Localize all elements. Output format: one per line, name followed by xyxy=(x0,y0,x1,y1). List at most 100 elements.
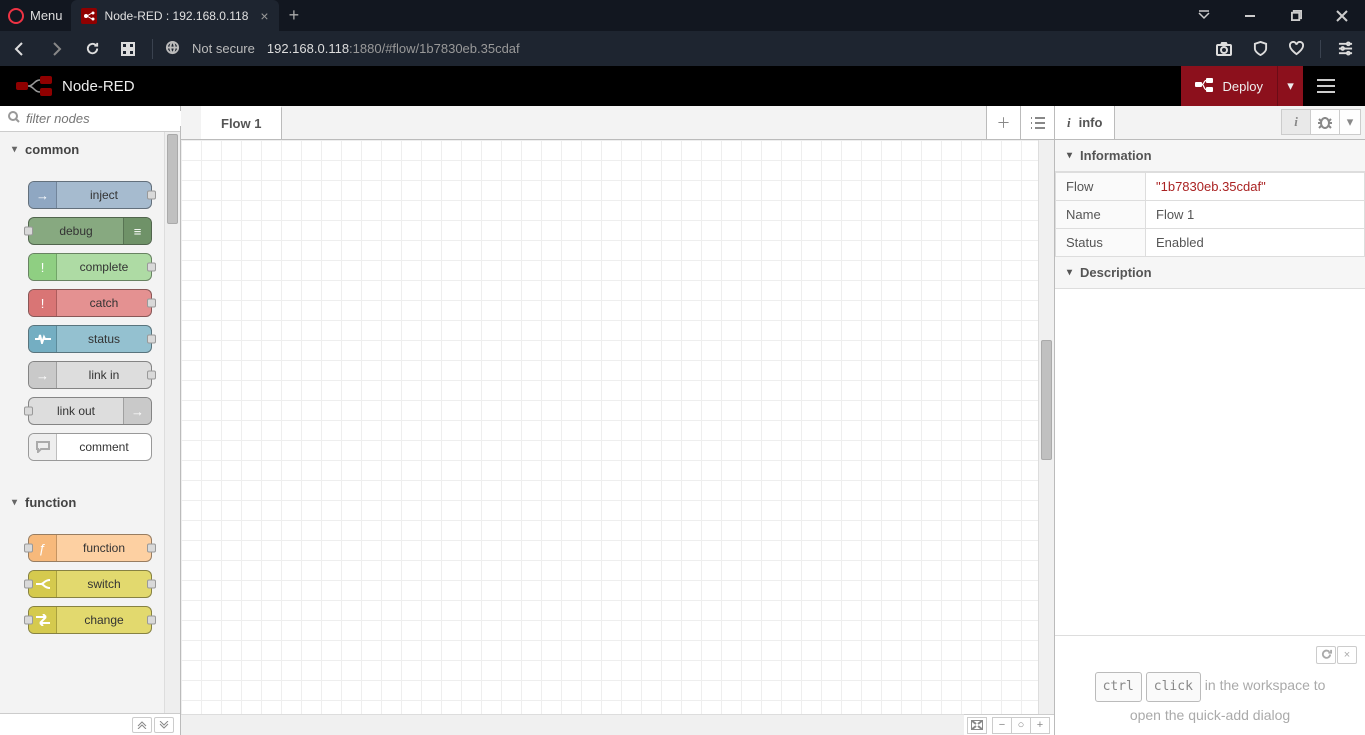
palette-node-catch[interactable]: !catch xyxy=(28,289,152,317)
new-tab-button[interactable]: + xyxy=(279,5,310,26)
palette-collapse-down-button[interactable] xyxy=(154,717,174,733)
palette-node-switch[interactable]: switch xyxy=(28,570,152,598)
link-in-icon: → xyxy=(29,362,57,388)
shield-icon[interactable] xyxy=(1248,37,1272,61)
category-label: common xyxy=(25,142,79,157)
palette-node-comment[interactable]: comment xyxy=(28,433,152,461)
palette-filter[interactable] xyxy=(0,106,180,132)
browser-tab-bar: Menu Node-RED : 192.168.0.118 × + xyxy=(0,0,1365,31)
node-red-logo-icon xyxy=(16,76,52,96)
flow-list-button[interactable] xyxy=(1020,106,1054,139)
info-status-key: Status xyxy=(1056,229,1146,257)
url-display[interactable]: Not secure 192.168.0.118:1880/#flow/1b78… xyxy=(165,40,1200,58)
link-out-icon: → xyxy=(123,398,151,424)
palette-collapse-up-button[interactable] xyxy=(132,717,152,733)
url-host: 192.168.0.118 xyxy=(267,41,349,56)
opera-menu-button[interactable]: Menu xyxy=(0,8,71,24)
globe-icon xyxy=(165,40,180,58)
workspace-vscrollbar[interactable] xyxy=(1038,140,1054,714)
info-icon: i xyxy=(1067,115,1071,131)
sidebar-tab-info[interactable]: i info xyxy=(1055,106,1115,139)
sidebar-info-button[interactable]: i xyxy=(1281,109,1311,135)
zoom-in-button[interactable]: + xyxy=(1030,717,1050,734)
palette-node-debug[interactable]: debug≡ xyxy=(28,217,152,245)
menu-label: Menu xyxy=(30,8,63,23)
url-path: /#flow/1b7830eb.35cdaf xyxy=(382,41,520,56)
palette-node-link-in[interactable]: →link in xyxy=(28,361,152,389)
info-name-value: Flow 1 xyxy=(1146,201,1365,229)
info-status-value: Enabled xyxy=(1146,229,1365,257)
main-menu-button[interactable] xyxy=(1303,79,1349,93)
nav-forward-button[interactable] xyxy=(44,37,68,61)
comment-icon xyxy=(29,434,57,460)
tips-panel: × ctrl click in the workspace to open th… xyxy=(1055,635,1365,735)
tab-close-button[interactable]: × xyxy=(260,8,268,24)
deploy-button[interactable]: Deploy ▾ xyxy=(1180,66,1303,106)
palette-category-common[interactable]: ▾ common xyxy=(0,132,180,167)
debug-icon: ≡ xyxy=(123,218,151,244)
palette-node-change[interactable]: change xyxy=(28,606,152,634)
info-flow-value: "1b7830eb.35cdaf" xyxy=(1156,179,1266,194)
palette-node-complete[interactable]: !complete xyxy=(28,253,152,281)
window-minimize-button[interactable] xyxy=(1227,0,1273,31)
palette-node-status[interactable]: status xyxy=(28,325,152,353)
inject-icon: → xyxy=(29,182,57,208)
palette-node-function[interactable]: ƒfunction xyxy=(28,534,152,562)
nav-back-button[interactable] xyxy=(8,37,32,61)
section-information[interactable]: ▾ Information xyxy=(1055,140,1365,172)
deploy-dropdown-button[interactable]: ▾ xyxy=(1277,66,1303,106)
function-icon: ƒ xyxy=(29,535,57,561)
workspace-canvas[interactable] xyxy=(181,140,1054,735)
description-body xyxy=(1055,289,1365,635)
search-icon xyxy=(8,111,20,126)
tip-text: ctrl click in the workspace to open the … xyxy=(1063,672,1357,729)
palette-scrollbar[interactable] xyxy=(164,132,180,713)
alert-icon: ! xyxy=(29,290,57,316)
opera-icon xyxy=(8,8,24,24)
tabs-menu-icon[interactable] xyxy=(1181,0,1227,31)
address-bar: Not secure 192.168.0.118:1880/#flow/1b78… xyxy=(0,31,1365,66)
tip-close-button[interactable]: × xyxy=(1337,646,1357,664)
deploy-icon xyxy=(1195,78,1213,95)
flow-tab[interactable]: Flow 1 xyxy=(201,106,282,139)
favicon-node-red xyxy=(81,8,97,24)
add-flow-button[interactable]: ＋ xyxy=(986,106,1020,139)
palette-category-function[interactable]: ▾ function xyxy=(0,485,180,520)
browser-tab-active[interactable]: Node-RED : 192.168.0.118 × xyxy=(71,0,279,31)
window-maximize-button[interactable] xyxy=(1273,0,1319,31)
chevron-down-icon: ▾ xyxy=(12,497,17,508)
switch-icon xyxy=(29,571,57,597)
tip-refresh-button[interactable] xyxy=(1316,646,1336,664)
window-close-button[interactable] xyxy=(1319,0,1365,31)
workspace: Flow 1 ＋ − ○ + xyxy=(181,106,1055,735)
nav-reload-button[interactable] xyxy=(80,37,104,61)
section-description[interactable]: ▾ Description xyxy=(1055,257,1365,289)
sidebar-dropdown-button[interactable]: ▾ xyxy=(1339,109,1361,135)
zoom-out-button[interactable]: − xyxy=(992,717,1012,734)
info-name-key: Name xyxy=(1056,201,1146,229)
status-icon xyxy=(29,326,57,352)
sidebar-debug-button[interactable] xyxy=(1310,109,1340,135)
chevron-down-icon: ▾ xyxy=(12,144,17,155)
node-red-header: Node-RED Deploy ▾ xyxy=(0,66,1365,106)
speed-dial-icon[interactable] xyxy=(116,37,140,61)
palette: ▾ common →inject debug≡ !complete !catch… xyxy=(0,106,181,735)
workspace-hscrollbar[interactable] xyxy=(181,714,1038,735)
not-secure-label: Not secure xyxy=(192,41,255,56)
palette-node-link-out[interactable]: link out→ xyxy=(28,397,152,425)
tab-title: Node-RED : 192.168.0.118 xyxy=(105,9,249,23)
url-port: :1880 xyxy=(349,41,382,56)
palette-footer xyxy=(0,713,180,735)
easy-setup-icon[interactable] xyxy=(1333,37,1357,61)
sidebar: i info i ▾ ▾ Information Flow"1b7830eb.3… xyxy=(1055,106,1365,735)
alert-icon: ! xyxy=(29,254,57,280)
snapshot-icon[interactable] xyxy=(1212,37,1236,61)
palette-node-inject[interactable]: →inject xyxy=(28,181,152,209)
category-label: function xyxy=(25,495,76,510)
chevron-down-icon: ▾ xyxy=(1067,267,1072,278)
change-icon xyxy=(29,607,57,633)
heart-icon[interactable] xyxy=(1284,37,1308,61)
zoom-reset-button[interactable]: ○ xyxy=(1011,717,1031,734)
palette-filter-input[interactable] xyxy=(26,111,204,126)
navigator-button[interactable] xyxy=(967,717,987,734)
